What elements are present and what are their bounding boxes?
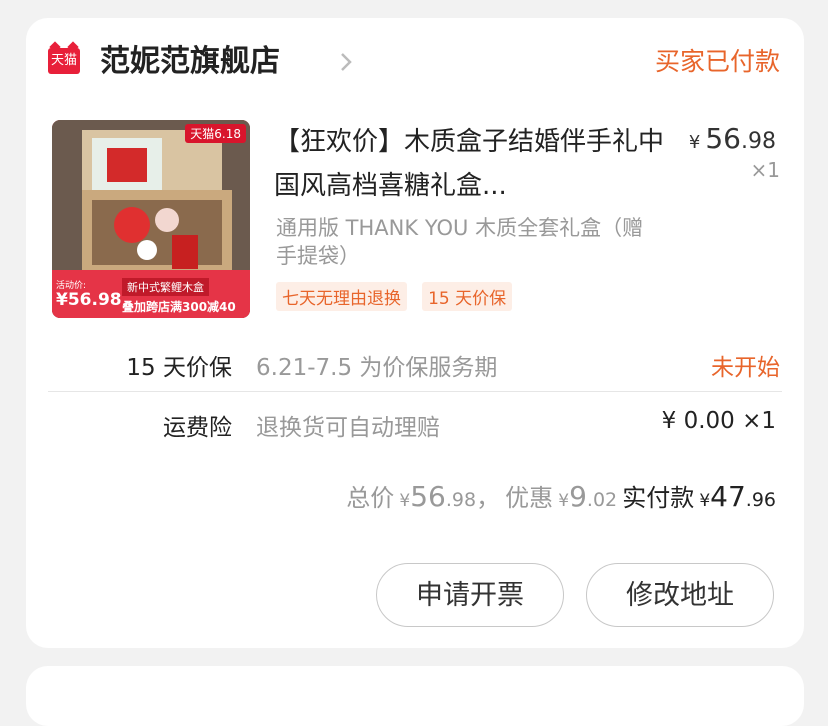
- service-desc: 6.21-7.5 为价保服务期: [256, 355, 498, 381]
- apply-invoice-button[interactable]: 申请开票: [376, 563, 564, 627]
- edit-address-button[interactable]: 修改地址: [586, 563, 774, 627]
- tag-price-protection: 15 天价保: [422, 282, 513, 311]
- service-status: 未开始: [711, 355, 780, 381]
- total-label: 总价: [346, 484, 395, 512]
- total-integer: 56: [410, 480, 446, 513]
- tmall-logo-icon: 天猫: [48, 48, 80, 74]
- tmall-logo-text: 天猫: [50, 53, 77, 68]
- tag-return-policy: 七天无理由退换: [276, 282, 407, 311]
- service-label: 15 天价保: [126, 355, 232, 381]
- image-tmall-badge: 天猫6.18: [185, 124, 246, 143]
- order-card: 天猫 范妮范旗舰店 买家已付款 天猫6.18 活动价: ¥56.98 新中式繁鲤…: [26, 18, 804, 648]
- service-row-shipping-insurance[interactable]: 运费险 退换货可自动理赔 ¥ 0.00 ×1: [26, 394, 804, 452]
- chevron-right-icon[interactable]: [336, 46, 358, 78]
- next-order-card: [26, 666, 804, 726]
- paid-integer: 47: [710, 480, 746, 513]
- product-title[interactable]: 【狂欢价】木质盒子结婚伴手礼中国风高档喜糖礼盒...: [274, 120, 664, 208]
- total-currency: ¥: [399, 491, 411, 511]
- product-tags: 七天无理由退换 15 天价保: [276, 282, 522, 311]
- service-value: ¥ 0.00 ×1: [661, 408, 776, 434]
- paid-label: 实付款: [622, 484, 695, 512]
- store-name[interactable]: 范妮范旗舰店: [100, 40, 280, 84]
- paid-decimal: .96: [745, 489, 776, 511]
- paid-currency: ¥: [699, 491, 711, 511]
- price-currency: ¥: [688, 132, 701, 153]
- image-promo: 叠加跨店满300减40: [122, 300, 236, 314]
- service-label: 运费险: [163, 415, 232, 441]
- product-price: ¥ 56.98: [689, 122, 776, 155]
- discount-label: 优惠: [505, 484, 554, 512]
- totals-separator: ，: [476, 484, 501, 512]
- discount-integer: 9: [569, 480, 587, 513]
- order-status: 买家已付款: [654, 47, 780, 76]
- product-image[interactable]: 天猫6.18 活动价: ¥56.98 新中式繁鲤木盒 叠加跨店满300减40: [52, 120, 250, 318]
- discount-currency: ¥: [558, 491, 570, 511]
- price-integer: 56: [705, 122, 741, 155]
- order-totals: 总价 ¥56.98， 优惠 ¥9.02 实付款 ¥47.96: [346, 478, 776, 513]
- total-decimal: .98: [445, 489, 477, 511]
- divider: [48, 391, 782, 392]
- product-quantity: ×1: [750, 158, 780, 182]
- product-variant: 通用版 THANK YOU 木质全套礼盒（赠手提袋）: [276, 216, 644, 268]
- service-desc: 退换货可自动理赔: [256, 415, 440, 441]
- price-decimal: .98: [741, 129, 776, 154]
- service-row-price-protection[interactable]: 15 天价保 6.21-7.5 为价保服务期 未开始: [26, 334, 804, 392]
- discount-decimal: .02: [586, 489, 618, 511]
- image-style-tag: 新中式繁鲤木盒: [122, 278, 209, 296]
- image-activity-price: ¥56.98: [56, 290, 122, 310]
- store-header[interactable]: 天猫 范妮范旗舰店 买家已付款: [48, 40, 780, 84]
